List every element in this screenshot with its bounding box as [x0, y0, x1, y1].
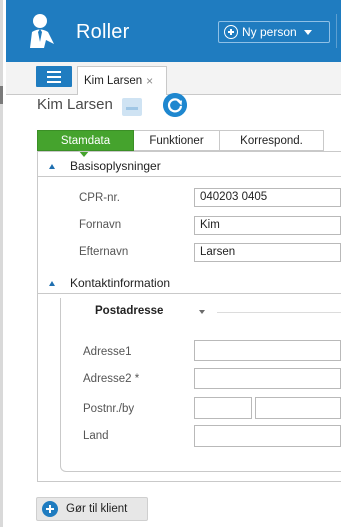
efternavn-label: Efternavn	[79, 246, 129, 258]
title-bar: Roller Ny person	[6, 0, 341, 62]
kontakt-group-title: Kontaktinformation	[70, 276, 171, 290]
new-person-label: Ny person	[242, 25, 297, 39]
adresse1-label: Adresse1	[83, 346, 132, 358]
person-name-title: Kim Larsen	[37, 96, 113, 113]
title-divider	[336, 14, 337, 48]
person-tie-icon	[30, 14, 54, 48]
cpr-field[interactable]: 040203 0405	[194, 188, 341, 207]
chevron-down-icon	[303, 29, 312, 35]
make-client-label: Gør til klient	[66, 503, 128, 515]
postnr-by-label: Postnr./by	[83, 403, 135, 415]
efternavn-field[interactable]: Larsen	[194, 243, 341, 262]
make-client-button[interactable]: Gør til klient	[36, 497, 148, 521]
add-circle-icon	[42, 501, 58, 517]
postadresse-divider	[217, 312, 341, 313]
tab-stamdata[interactable]: Stamdata	[37, 130, 134, 157]
fornavn-label: Fornavn	[79, 219, 122, 231]
person-card-icon[interactable]	[122, 98, 142, 116]
tab-kim-larsen[interactable]: Kim Larsen ×	[77, 66, 167, 95]
fornavn-field[interactable]: Kim	[194, 216, 341, 235]
window-frame-edge	[0, 0, 3, 527]
postadresse-title: Postadresse	[95, 305, 164, 317]
collapse-triangle-icon	[49, 163, 55, 169]
land-field[interactable]	[194, 425, 341, 447]
app-title: Roller	[76, 21, 130, 43]
tab-label: Kim Larsen	[84, 75, 143, 87]
kontakt-group-header[interactable]: Kontaktinformation	[37, 273, 341, 294]
land-label: Land	[83, 430, 109, 442]
hamburger-menu-icon[interactable]	[36, 66, 72, 87]
collapse-triangle-icon	[49, 280, 55, 286]
close-icon[interactable]: ×	[146, 74, 153, 88]
chevron-down-icon[interactable]	[199, 310, 205, 314]
refresh-icon[interactable]	[163, 93, 187, 117]
postnr-field[interactable]	[194, 397, 252, 419]
tab-korrespondance[interactable]: Korrespond.	[220, 130, 324, 151]
adresse1-field[interactable]	[194, 340, 341, 361]
by-field[interactable]	[255, 397, 341, 419]
add-circle-icon	[224, 25, 238, 39]
adresse2-label: Adresse2 *	[83, 373, 140, 385]
adresse2-field[interactable]	[194, 368, 341, 389]
window-frame-marker	[0, 86, 3, 104]
new-person-button[interactable]: Ny person	[218, 21, 330, 43]
cpr-label: CPR-nr.	[79, 192, 120, 204]
tab-funktioner[interactable]: Funktioner	[134, 130, 220, 151]
basis-group-title: Basisoplysninger	[70, 159, 161, 173]
basis-group-header[interactable]: Basisoplysninger	[37, 156, 341, 177]
